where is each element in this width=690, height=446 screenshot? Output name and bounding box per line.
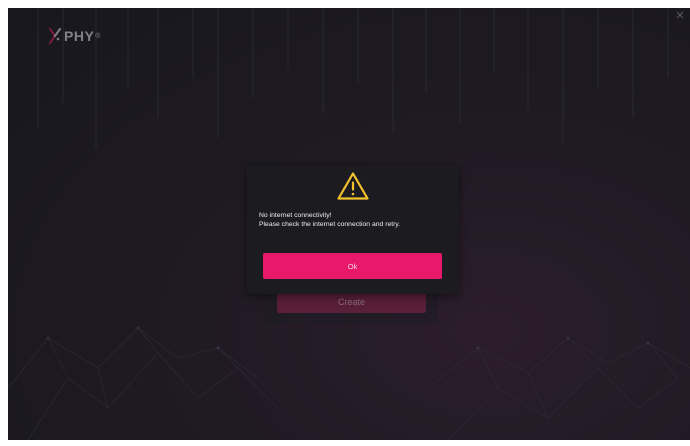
app-window: PHY ® ✕ Create No internet connectivity! …: [8, 8, 690, 440]
warning-triangle-icon: [337, 172, 369, 200]
app-logo: PHY ®: [48, 25, 100, 47]
logo-text: PHY: [64, 28, 95, 44]
logo-registered-mark: ®: [95, 32, 101, 40]
dialog-message-line-2: Please check the internet connection and…: [259, 220, 401, 228]
dialog-message: No internet connectivity! Please check t…: [259, 212, 449, 229]
ok-button[interactable]: Ok: [263, 253, 442, 279]
dialog-message-line-1: No internet connectivity!: [259, 212, 332, 219]
no-connection-dialog: No internet connectivity! Please check t…: [247, 166, 458, 294]
logo-mark-icon: [48, 27, 61, 45]
close-icon[interactable]: ✕: [674, 10, 686, 22]
